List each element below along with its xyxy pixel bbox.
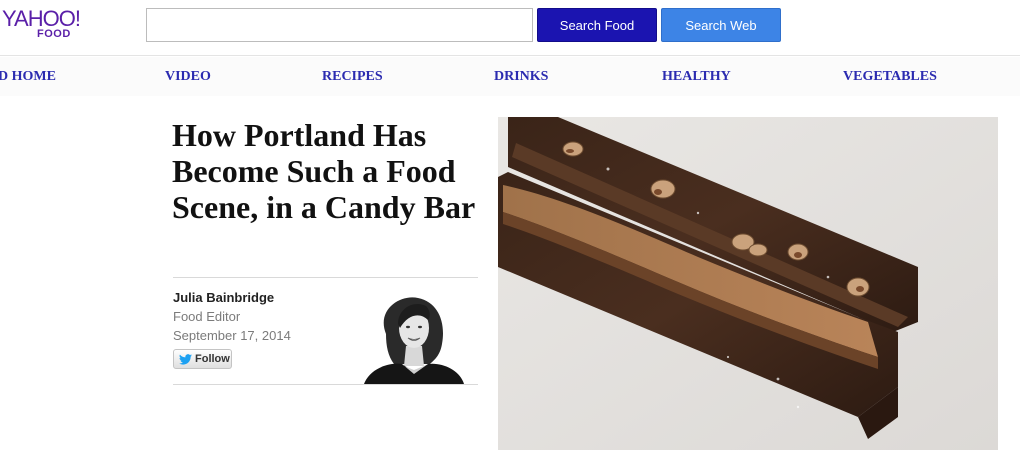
twitter-bird-icon [179,353,192,365]
nav-item-video[interactable]: VIDEO [165,69,211,85]
yahoo-food-logo[interactable]: YAHOO! FOOD [0,4,100,44]
main-nav: D HOME VIDEO RECIPES DRINKS HEALTHY VEGE… [0,57,1020,96]
nav-item-drinks[interactable]: DRINKS [494,69,548,85]
author-avatar [356,294,466,384]
logo-subtext: FOOD [37,28,71,40]
author-role: Food Editor [173,309,241,324]
hero-image-candy-bar [498,117,998,450]
nav-item-recipes[interactable]: RECIPES [322,69,383,85]
twitter-follow-button[interactable]: Follow [173,349,232,369]
nav-item-healthy[interactable]: HEALTHY [662,69,731,85]
site-header: YAHOO! FOOD Search Food Search Web [0,0,1020,56]
author-name[interactable]: Julia Bainbridge [173,290,274,305]
nav-item-vegetables[interactable]: VEGETABLES [843,69,937,85]
publish-date: September 17, 2014 [173,328,291,343]
search-food-button[interactable]: Search Food [537,8,657,42]
nav-item-home[interactable]: D HOME [0,69,56,85]
search-input[interactable] [146,8,533,42]
follow-label: Follow [195,353,230,365]
divider [173,384,478,385]
search-web-button[interactable]: Search Web [661,8,781,42]
divider [173,277,478,278]
article-title: How Portland Has Become Such a Food Scen… [172,117,476,225]
